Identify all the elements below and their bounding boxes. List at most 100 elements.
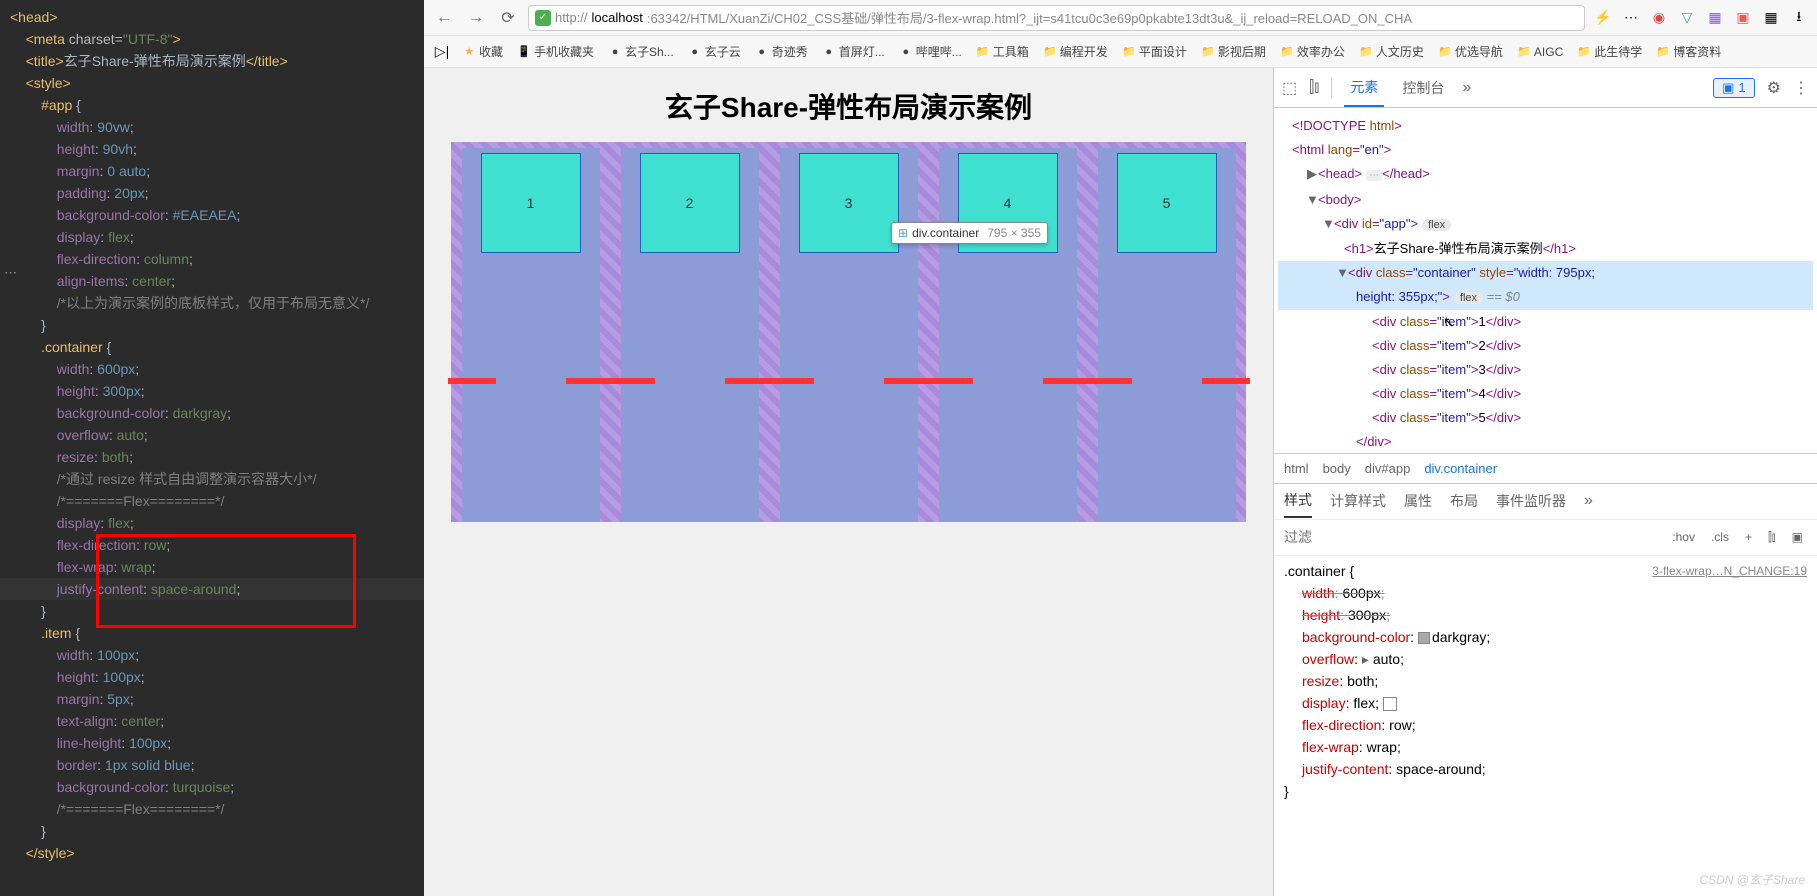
rule-source[interactable]: 3-flex-wrap…N_CHANGE:19 [1652, 560, 1807, 582]
shield-icon: ✓ [535, 10, 551, 26]
bookmark-item[interactable]: 📁平面设计 [1118, 41, 1191, 62]
dom-app[interactable]: ▼<div id="app">flex [1278, 212, 1813, 237]
dom-item[interactable]: <div class="item">3</div> [1278, 358, 1813, 382]
tab-computed[interactable]: 计算样式 [1330, 485, 1386, 517]
dom-h1[interactable]: <h1>玄子Share-弹性布局演示案例</h1> [1278, 237, 1813, 261]
dom-body[interactable]: ▼<body> [1278, 188, 1813, 212]
inspect-tool-icon[interactable]: ⬚ [1282, 78, 1297, 98]
css-declaration[interactable]: width: 600px; [1302, 582, 1807, 604]
page-viewport[interactable]: 玄子Share-弹性布局演示案例 ⊞ div.container 795 × 3… [424, 68, 1273, 896]
bookmark-item[interactable]: 📁效率办公 [1276, 41, 1349, 62]
bookmark-item[interactable]: 📁编程开发 [1039, 41, 1112, 62]
more-icon[interactable]: ⋯ [1621, 8, 1641, 28]
styles-tabs: 样式 计算样式 属性 布局 事件监听器 » [1274, 483, 1817, 519]
browser-toolbar: ← → ⟳ ✓ http://localhost:63342/HTML/Xuan… [424, 0, 1817, 36]
tab-elements[interactable]: 元素 [1344, 69, 1384, 107]
url-path: :63342/HTML/XuanZi/CH02_CSS基础/弹性布局/3-fle… [647, 8, 1412, 27]
filter-input[interactable] [1284, 529, 1660, 545]
dom-container[interactable]: ⋯▼<div class="container" style="width: 7… [1278, 261, 1813, 285]
devtools-panel: ⬚ ⫿⫾ 元素 控制台 » ▣ 1 ⚙ ⋮ <!DOCTYPE html> <h… [1273, 68, 1817, 896]
bookmark-item[interactable]: ●奇迹秀 [751, 41, 812, 62]
ext-icon-4[interactable]: ▣ [1733, 8, 1753, 28]
flex-item: 5 [1117, 153, 1217, 253]
flex-column: 1 [462, 148, 600, 522]
tab-listeners[interactable]: 事件监听器 [1496, 485, 1566, 517]
address-bar[interactable]: ✓ http://localhost:63342/HTML/XuanZi/CH0… [528, 5, 1585, 31]
breadcrumb: html body div#app div.container [1274, 453, 1817, 483]
kebab-icon[interactable]: ⋮ [1793, 78, 1809, 98]
tab-styles[interactable]: 样式 [1284, 484, 1312, 518]
bookmark-item[interactable]: 📁优选导航 [1434, 41, 1507, 62]
bookmark-item[interactable]: 📁博客资料 [1652, 41, 1725, 62]
dom-html[interactable]: <html lang="en"> [1278, 138, 1813, 162]
back-button[interactable]: ← [432, 6, 456, 30]
ext-icon-2[interactable]: ▽ [1677, 8, 1697, 28]
bookmark-item[interactable]: 📁人文历史 [1355, 41, 1428, 62]
css-declaration[interactable]: resize: both; [1302, 670, 1807, 692]
code-editor[interactable]: <head> <meta charset="UTF-8"> <title>玄子S… [0, 0, 424, 896]
css-declaration[interactable]: flex-direction: row; [1302, 714, 1807, 736]
device-toggle-icon[interactable]: ⫿⫾ [1309, 79, 1319, 97]
tab-props[interactable]: 属性 [1404, 485, 1432, 517]
flex-column: 5 [1098, 148, 1236, 522]
dom-item[interactable]: <div class="item">2</div> [1278, 334, 1813, 358]
dom-item[interactable]: <div class="item">5</div> [1278, 406, 1813, 430]
tab-console[interactable]: 控制台 [1396, 70, 1450, 106]
bookmark-item[interactable]: ●首屏灯... [818, 41, 889, 62]
flex-item: 2 [640, 153, 740, 253]
crumb-container[interactable]: div.container [1424, 461, 1497, 476]
reload-button[interactable]: ⟳ [496, 6, 520, 30]
dom-container-2[interactable]: height: 355px;">flex == $0 [1278, 285, 1813, 310]
css-declaration[interactable]: overflow: ▸ auto; [1302, 648, 1807, 670]
css-declaration[interactable]: justify-content: space-around; [1302, 758, 1807, 780]
panel-icon[interactable]: ▣ [1788, 528, 1807, 546]
cls-button[interactable]: .cls [1707, 528, 1733, 546]
bookmark-item[interactable]: 📁此生待学 [1573, 41, 1646, 62]
dom-item[interactable]: <div class="item">4</div> [1278, 382, 1813, 406]
bookmark-item[interactable]: ●玄子云 [684, 41, 745, 62]
bookmark-item[interactable]: ★收藏 [458, 41, 507, 62]
crumb-html[interactable]: html [1284, 461, 1309, 476]
crumb-body[interactable]: body [1323, 461, 1351, 476]
browser-pane: ← → ⟳ ✓ http://localhost:63342/HTML/Xuan… [424, 0, 1817, 896]
lightning-icon[interactable]: ⚡ [1593, 8, 1613, 28]
flex-item: 3 [799, 153, 899, 253]
issues-badge[interactable]: ▣ 1 [1713, 78, 1755, 98]
styles-pane[interactable]: .container { 3-flex-wrap…N_CHANGE:19 wid… [1274, 555, 1817, 896]
ext-icon-1[interactable]: ◉ [1649, 8, 1669, 28]
page-title: 玄子Share-弹性布局演示案例 [436, 86, 1261, 126]
bookmark-item[interactable]: ●哔哩哔... [895, 41, 966, 62]
dom-tree[interactable]: <!DOCTYPE html> <html lang="en"> ▶<head>… [1274, 108, 1817, 453]
ext-icon-5[interactable]: ▦ [1761, 8, 1781, 28]
css-declaration[interactable]: height: 300px; [1302, 604, 1807, 626]
flex-column: 3 [780, 148, 918, 522]
css-declaration[interactable]: background-color: darkgray; [1302, 626, 1807, 648]
dom-head[interactable]: ▶<head>⋯</head> [1278, 162, 1813, 188]
ext-icon-3[interactable]: ▦ [1705, 8, 1725, 28]
dom-item[interactable]: <div class="item">1</div> [1278, 310, 1813, 334]
hov-button[interactable]: :hov [1668, 528, 1699, 546]
css-declaration[interactable]: flex-wrap: wrap; [1302, 736, 1807, 758]
bookmark-item[interactable]: 📱手机收藏夹 [513, 41, 598, 62]
tabs-more-icon[interactable]: » [1462, 79, 1471, 97]
rule-selector[interactable]: .container { [1284, 560, 1354, 582]
css-declaration[interactable]: display: flex; [1302, 692, 1807, 714]
dom-doctype[interactable]: <!DOCTYPE html> [1278, 114, 1813, 138]
bookmark-item[interactable]: 📁工具箱 [972, 41, 1033, 62]
crumb-app[interactable]: div#app [1365, 461, 1411, 476]
flex-container[interactable]: 12345 [451, 142, 1246, 522]
inspect-label: div.container [912, 226, 979, 240]
bookmark-item[interactable]: 📁影视后期 [1197, 41, 1270, 62]
bookmark-item[interactable]: ●玄子Sh... [604, 41, 678, 62]
settings-gear-icon[interactable]: ⚙ [1767, 78, 1781, 98]
dom-container-close[interactable]: </div> [1278, 430, 1813, 453]
forward-button[interactable]: → [464, 6, 488, 30]
download-icon[interactable]: ⭳ [1789, 8, 1809, 28]
styles-more-icon[interactable]: » [1584, 492, 1593, 510]
devtools-tabs: ⬚ ⫿⫾ 元素 控制台 » ▣ 1 ⚙ ⋮ [1274, 68, 1817, 108]
bookmark-item[interactable]: 📁AIGC [1513, 41, 1567, 62]
tab-layout[interactable]: 布局 [1450, 485, 1478, 517]
add-rule-button[interactable]: + [1741, 528, 1756, 546]
device-icon[interactable]: ⫿⫾ [1764, 528, 1780, 547]
sidebar-toggle-icon[interactable]: ▷| [432, 42, 452, 62]
